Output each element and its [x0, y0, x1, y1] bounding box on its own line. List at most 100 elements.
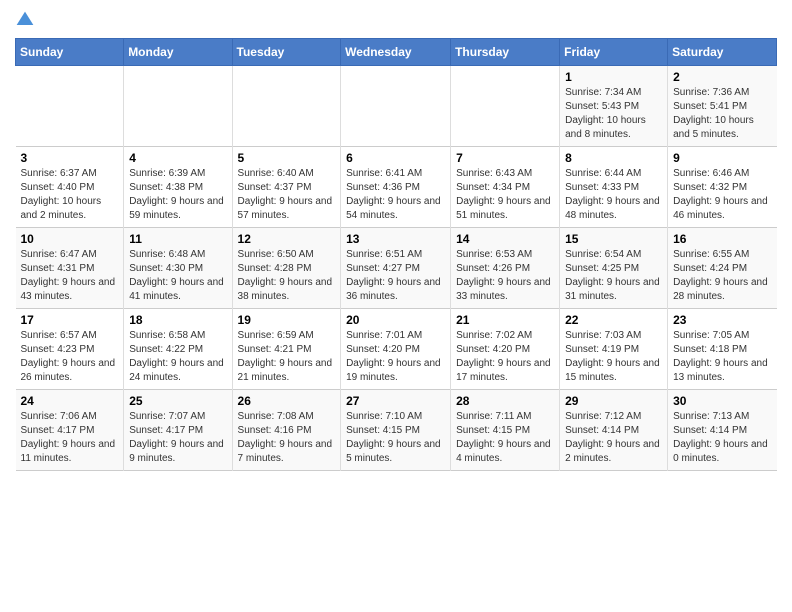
day-number: 18: [129, 313, 226, 327]
day-number: 22: [565, 313, 662, 327]
cell-3-3: 20 Sunrise: 7:01 AM Sunset: 4:20 PM Dayli…: [341, 309, 451, 390]
header-saturday: Saturday: [668, 39, 777, 66]
cell-1-6: 9 Sunrise: 6:46 AM Sunset: 4:32 PM Daylig…: [668, 147, 777, 228]
day-info: Sunrise: 6:41 AM Sunset: 4:36 PM Dayligh…: [346, 167, 445, 223]
day-number: 10: [21, 232, 119, 246]
cell-4-2: 26 Sunrise: 7:08 AM Sunset: 4:16 PM Dayli…: [232, 390, 341, 471]
header-sunday: Sunday: [16, 39, 124, 66]
day-number: 15: [565, 232, 662, 246]
header-friday: Friday: [560, 39, 668, 66]
day-number: 1: [565, 70, 662, 84]
cell-4-0: 24 Sunrise: 7:06 AM Sunset: 4:17 PM Dayli…: [16, 390, 124, 471]
week-row-2: 10 Sunrise: 6:47 AM Sunset: 4:31 PM Dayli…: [16, 228, 777, 309]
cell-2-2: 12 Sunrise: 6:50 AM Sunset: 4:28 PM Dayli…: [232, 228, 341, 309]
day-number: 5: [238, 151, 336, 165]
cell-1-2: 5 Sunrise: 6:40 AM Sunset: 4:37 PM Daylig…: [232, 147, 341, 228]
day-number: 9: [673, 151, 771, 165]
day-info: Sunrise: 7:12 AM Sunset: 4:14 PM Dayligh…: [565, 410, 662, 466]
cell-1-0: 3 Sunrise: 6:37 AM Sunset: 4:40 PM Daylig…: [16, 147, 124, 228]
cell-4-6: 30 Sunrise: 7:13 AM Sunset: 4:14 PM Dayli…: [668, 390, 777, 471]
day-number: 4: [129, 151, 226, 165]
cell-1-4: 7 Sunrise: 6:43 AM Sunset: 4:34 PM Daylig…: [451, 147, 560, 228]
day-info: Sunrise: 6:57 AM Sunset: 4:23 PM Dayligh…: [21, 329, 119, 385]
day-info: Sunrise: 7:02 AM Sunset: 4:20 PM Dayligh…: [456, 329, 554, 385]
day-info: Sunrise: 6:58 AM Sunset: 4:22 PM Dayligh…: [129, 329, 226, 385]
cell-2-0: 10 Sunrise: 6:47 AM Sunset: 4:31 PM Dayli…: [16, 228, 124, 309]
week-row-4: 24 Sunrise: 7:06 AM Sunset: 4:17 PM Dayli…: [16, 390, 777, 471]
cell-0-0: [16, 66, 124, 147]
week-row-0: 1 Sunrise: 7:34 AM Sunset: 5:43 PM Daylig…: [16, 66, 777, 147]
cell-1-3: 6 Sunrise: 6:41 AM Sunset: 4:36 PM Daylig…: [341, 147, 451, 228]
cell-4-1: 25 Sunrise: 7:07 AM Sunset: 4:17 PM Dayli…: [124, 390, 232, 471]
cell-0-1: [124, 66, 232, 147]
day-info: Sunrise: 7:11 AM Sunset: 4:15 PM Dayligh…: [456, 410, 554, 466]
day-info: Sunrise: 7:10 AM Sunset: 4:15 PM Dayligh…: [346, 410, 445, 466]
day-number: 12: [238, 232, 336, 246]
cell-2-4: 14 Sunrise: 6:53 AM Sunset: 4:26 PM Dayli…: [451, 228, 560, 309]
cell-4-3: 27 Sunrise: 7:10 AM Sunset: 4:15 PM Dayli…: [341, 390, 451, 471]
day-info: Sunrise: 6:50 AM Sunset: 4:28 PM Dayligh…: [238, 248, 336, 304]
day-number: 13: [346, 232, 445, 246]
day-number: 21: [456, 313, 554, 327]
header-tuesday: Tuesday: [232, 39, 341, 66]
day-number: 20: [346, 313, 445, 327]
cell-3-0: 17 Sunrise: 6:57 AM Sunset: 4:23 PM Dayli…: [16, 309, 124, 390]
cell-2-1: 11Sunrise: 6:48 AM Sunset: 4:30 PM Dayli…: [124, 228, 232, 309]
day-info: Sunrise: 6:47 AM Sunset: 4:31 PM Dayligh…: [21, 248, 119, 304]
day-number: 23: [673, 313, 771, 327]
day-number: 30: [673, 394, 771, 408]
day-number: 24: [21, 394, 119, 408]
day-info: Sunrise: 7:03 AM Sunset: 4:19 PM Dayligh…: [565, 329, 662, 385]
day-info: Sunrise: 7:34 AM Sunset: 5:43 PM Dayligh…: [565, 86, 662, 142]
day-info: Sunrise: 7:13 AM Sunset: 4:14 PM Dayligh…: [673, 410, 771, 466]
day-number: 29: [565, 394, 662, 408]
day-number: 14: [456, 232, 554, 246]
cell-2-3: 13Sunrise: 6:51 AM Sunset: 4:27 PM Dayli…: [341, 228, 451, 309]
day-number: 25: [129, 394, 226, 408]
day-number: 2: [673, 70, 771, 84]
day-info: Sunrise: 7:06 AM Sunset: 4:17 PM Dayligh…: [21, 410, 119, 466]
day-number: 27: [346, 394, 445, 408]
cell-2-6: 16Sunrise: 6:55 AM Sunset: 4:24 PM Dayli…: [668, 228, 777, 309]
cell-3-2: 19Sunrise: 6:59 AM Sunset: 4:21 PM Dayli…: [232, 309, 341, 390]
day-info: Sunrise: 7:05 AM Sunset: 4:18 PM Dayligh…: [673, 329, 771, 385]
cell-1-1: 4 Sunrise: 6:39 AM Sunset: 4:38 PM Daylig…: [124, 147, 232, 228]
cell-3-5: 22 Sunrise: 7:03 AM Sunset: 4:19 PM Dayli…: [560, 309, 668, 390]
day-info: Sunrise: 7:07 AM Sunset: 4:17 PM Dayligh…: [129, 410, 226, 466]
day-info: Sunrise: 6:59 AM Sunset: 4:21 PM Dayligh…: [238, 329, 336, 385]
day-info: Sunrise: 6:46 AM Sunset: 4:32 PM Dayligh…: [673, 167, 771, 223]
cell-0-2: [232, 66, 341, 147]
day-info: Sunrise: 6:55 AM Sunset: 4:24 PM Dayligh…: [673, 248, 771, 304]
day-info: Sunrise: 6:37 AM Sunset: 4:40 PM Dayligh…: [21, 167, 119, 223]
day-number: 8: [565, 151, 662, 165]
cell-3-1: 18 Sunrise: 6:58 AM Sunset: 4:22 PM Dayli…: [124, 309, 232, 390]
day-info: Sunrise: 7:01 AM Sunset: 4:20 PM Dayligh…: [346, 329, 445, 385]
day-number: 3: [21, 151, 119, 165]
day-info: Sunrise: 6:53 AM Sunset: 4:26 PM Dayligh…: [456, 248, 554, 304]
calendar-table: Sunday Monday Tuesday Wednesday Thursday…: [15, 38, 777, 471]
day-number: 7: [456, 151, 554, 165]
day-info: Sunrise: 7:36 AM Sunset: 5:41 PM Dayligh…: [673, 86, 771, 142]
day-info: Sunrise: 7:08 AM Sunset: 4:16 PM Dayligh…: [238, 410, 336, 466]
day-info: Sunrise: 6:54 AM Sunset: 4:25 PM Dayligh…: [565, 248, 662, 304]
day-number: 17: [21, 313, 119, 327]
header-row: Sunday Monday Tuesday Wednesday Thursday…: [16, 39, 777, 66]
day-number: 6: [346, 151, 445, 165]
day-number: 28: [456, 394, 554, 408]
day-number: 26: [238, 394, 336, 408]
cell-0-4: [451, 66, 560, 147]
day-info: Sunrise: 6:40 AM Sunset: 4:37 PM Dayligh…: [238, 167, 336, 223]
logo: [15, 10, 35, 30]
cell-0-3: [341, 66, 451, 147]
day-number: 11: [129, 232, 226, 246]
day-info: Sunrise: 6:39 AM Sunset: 4:38 PM Dayligh…: [129, 167, 226, 223]
header: [15, 10, 777, 30]
header-thursday: Thursday: [451, 39, 560, 66]
day-info: Sunrise: 6:43 AM Sunset: 4:34 PM Dayligh…: [456, 167, 554, 223]
logo-icon: [15, 10, 35, 30]
header-wednesday: Wednesday: [341, 39, 451, 66]
day-info: Sunrise: 6:44 AM Sunset: 4:33 PM Dayligh…: [565, 167, 662, 223]
cell-0-5: 1 Sunrise: 7:34 AM Sunset: 5:43 PM Daylig…: [560, 66, 668, 147]
cell-3-6: 23 Sunrise: 7:05 AM Sunset: 4:18 PM Dayli…: [668, 309, 777, 390]
header-monday: Monday: [124, 39, 232, 66]
